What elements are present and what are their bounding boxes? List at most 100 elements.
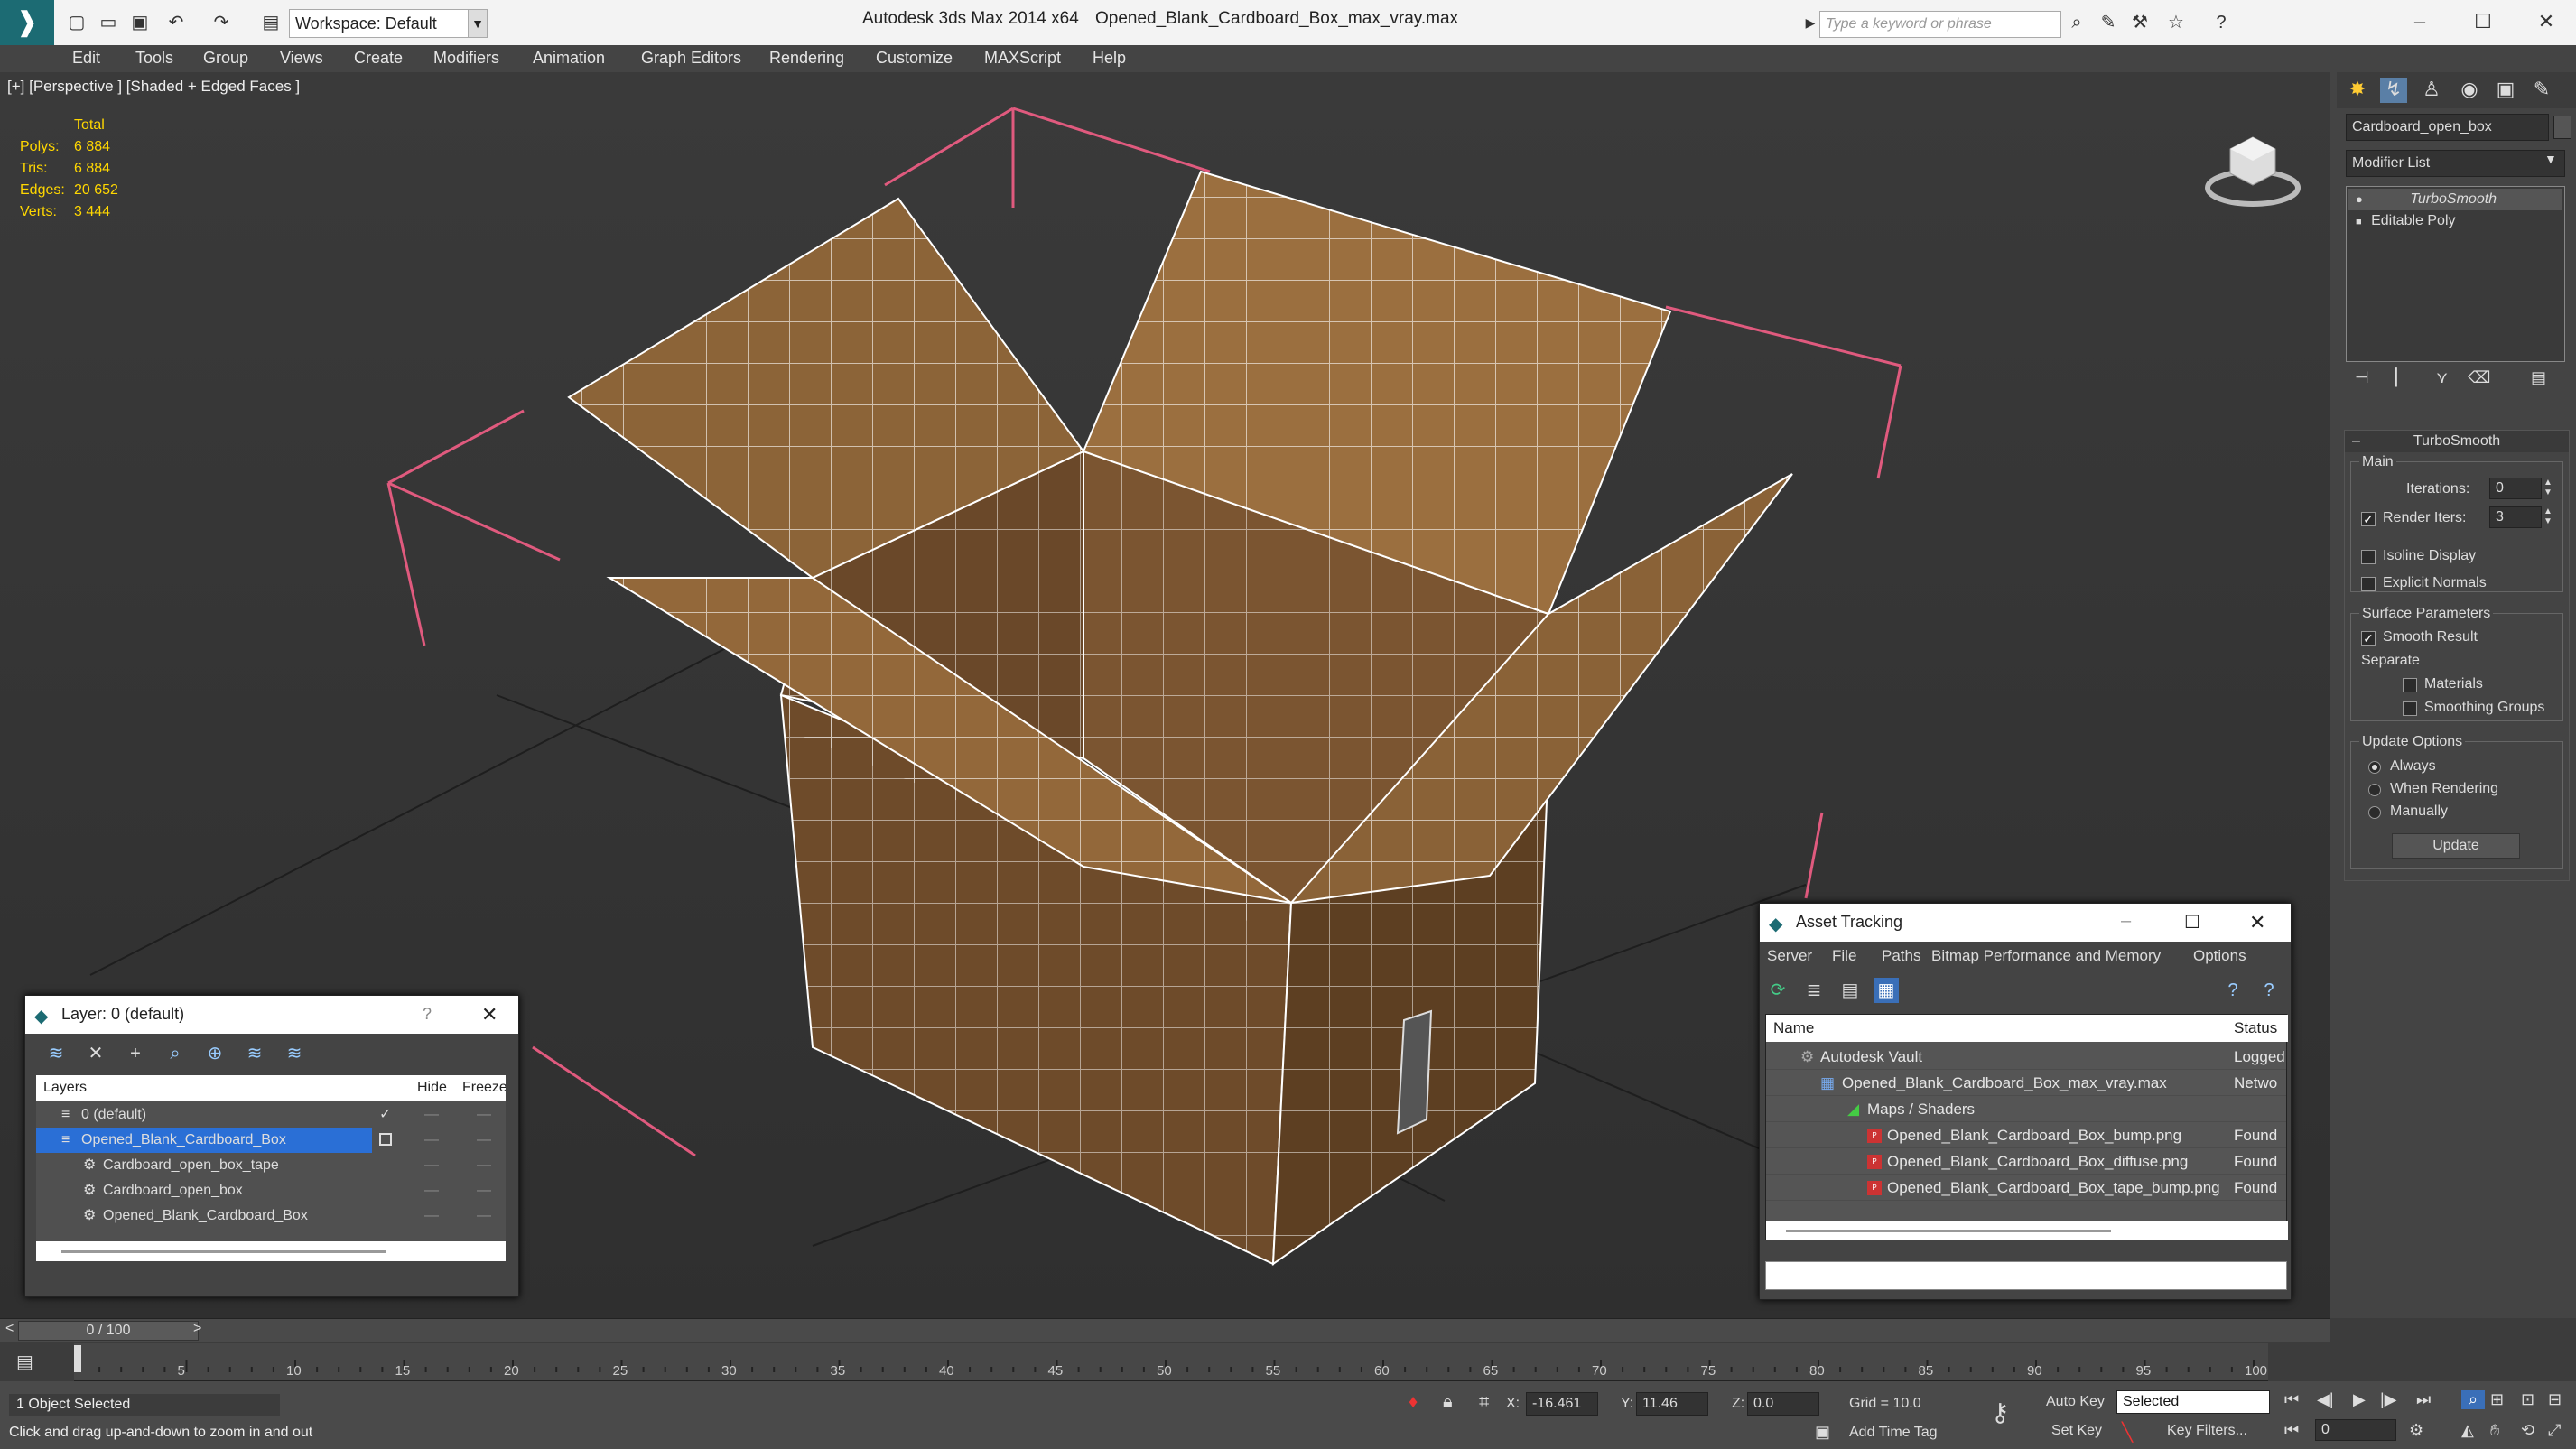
set-key-button[interactable]: Set Key [2051,1423,2102,1439]
layer-object-row[interactable]: ⚙ Opened_Blank_Cardboard_Box — — [36,1203,506,1229]
layer-object-row[interactable]: ⚙ Cardboard_open_box_tape — — [36,1153,506,1178]
lock-selection-icon[interactable]: 🔒︎ [1443,1392,1453,1413]
col-status[interactable]: Status [2234,1015,2277,1042]
iterations-spinner[interactable]: 0 [2489,478,2542,499]
hide-toggle[interactable]: — [424,1128,439,1153]
subscription-icon[interactable]: ✎ [2095,9,2122,36]
time-slider[interactable]: < 0 / 100 > [0,1318,2330,1342]
app-logo-icon[interactable]: ❱ [0,0,54,45]
orbit-icon[interactable]: ⟲ [2521,1421,2534,1440]
chevron-down-icon[interactable]: ▼ [468,9,488,38]
list-view-icon[interactable]: ≣ [1801,978,1827,1003]
select-in-layer-icon[interactable]: ⌕ [163,1041,188,1066]
layer-row[interactable]: ≡ 0 (default) ✓ — — [36,1102,506,1128]
menu-edit[interactable]: Edit [72,49,100,68]
binoculars-icon[interactable]: ⌕ [2063,9,2090,36]
isoline-checkbox[interactable] [2361,550,2376,564]
explicit-normals-checkbox[interactable] [2361,577,2376,591]
maximize-icon[interactable]: ☐ [2184,911,2200,933]
asset-row[interactable]: ⚙ Autodesk Vault Logged [1766,1044,2286,1070]
save-icon[interactable]: ▣ [126,9,153,36]
asset-menu-file[interactable]: File [1832,942,1856,971]
manually-radio[interactable] [2368,806,2381,819]
help-icon[interactable]: ? [2208,9,2235,36]
menu-modifiers[interactable]: Modifiers [433,49,499,68]
key-filters-button[interactable]: Key Filters... [2167,1423,2247,1439]
add-time-tag[interactable]: Add Time Tag [1849,1425,1938,1441]
make-unique-icon[interactable]: ⋎ [2436,368,2448,387]
pan-icon[interactable]: ✋︎ [2490,1421,2499,1440]
freeze-toggle[interactable]: — [477,1178,491,1203]
delete-layer-icon[interactable]: ✕ [83,1041,108,1066]
spinner-arrows-icon[interactable]: ▲ ▼ [2543,506,2553,526]
menu-tools[interactable]: Tools [135,49,173,68]
freeze-toggle[interactable]: — [477,1203,491,1229]
remove-modifier-icon[interactable]: ⌫ [2468,368,2490,387]
freeze-toggle[interactable]: — [477,1102,491,1128]
zoom-icon[interactable]: ⌕ [2461,1390,2485,1409]
hide-toggle[interactable]: — [424,1203,439,1229]
isolate-icon[interactable]: ♦ [1409,1392,1418,1413]
menu-group[interactable]: Group [203,49,248,68]
workspace-dropdown[interactable]: Workspace: Default [289,9,470,38]
asset-row[interactable]: P Opened_Blank_Cardboard_Box_bump.png Fo… [1766,1122,2286,1148]
auto-key-button[interactable]: Auto Key [2046,1394,2105,1410]
menu-rendering[interactable]: Rendering [769,49,844,68]
context-help-icon[interactable]: ? [2256,978,2282,1003]
menu-animation[interactable]: Animation [533,49,605,68]
maximize-viewport-icon[interactable]: ⤢ [2548,1421,2561,1440]
menu-create[interactable]: Create [354,49,403,68]
viewport-label[interactable]: [+] [Perspective ] [Shaded + Edged Faces… [7,78,300,96]
layer-row[interactable]: ≡ Opened_Blank_Cardboard_Box — — [36,1128,506,1153]
asset-row[interactable]: P Opened_Blank_Cardboard_Box_tape_bump.p… [1766,1175,2286,1201]
hierarchy-tab-icon[interactable]: ♙ [2418,78,2445,103]
asset-path-field[interactable] [1765,1261,2287,1290]
project-folder-icon[interactable]: ▤ [257,9,284,36]
close-button[interactable]: ✕ [2519,5,2573,38]
prev-key-icon[interactable]: ◀︎| [2317,1390,2334,1409]
table-view-icon[interactable]: ▦ [1874,978,1899,1003]
communication-icon[interactable]: ⚒ [2126,9,2153,36]
col-hide[interactable]: Hide [417,1075,447,1101]
stack-item-turbosmooth[interactable]: ● TurboSmooth [2348,189,2562,210]
x-coordinate-field[interactable]: -16.461 [1526,1392,1598,1416]
configure-sets-icon[interactable]: ▤ [2531,368,2546,387]
highlight-layer-icon[interactable]: ⊕ [202,1041,228,1066]
smoothing-groups-checkbox[interactable] [2403,701,2417,716]
add-to-layer-icon[interactable]: + [123,1041,148,1066]
transform-mode-icon[interactable]: ⌗ [1479,1392,1489,1413]
search-input[interactable]: Type a keyword or phrase [1819,11,2061,38]
hide-toggle[interactable]: — [424,1102,439,1128]
smooth-result-checkbox[interactable]: ✓ [2361,631,2376,646]
object-color-swatch[interactable] [2553,116,2571,139]
z-coordinate-field[interactable]: 0.0 [1747,1392,1819,1416]
materials-checkbox[interactable] [2403,678,2417,692]
menu-help[interactable]: Help [1093,49,1126,68]
go-to-end-icon[interactable]: ⏭ [2416,1390,2431,1409]
refresh-icon[interactable]: ⟳ [1765,978,1790,1003]
col-freeze[interactable]: Freeze [462,1075,506,1101]
freeze-toggle[interactable]: — [477,1153,491,1178]
next-frame-icon[interactable]: > [193,1321,201,1337]
create-layer-icon[interactable]: ≋ [43,1041,69,1066]
menu-customize[interactable]: Customize [876,49,953,68]
lightbulb-icon[interactable]: ● [2356,192,2363,206]
motion-tab-icon[interactable]: ◉ [2456,78,2483,103]
track-bar[interactable]: ▤ 5 10 15 20 25 30 35 40 45 50 55 60 65 70 75 80 85 90 95 1… [0,1343,2330,1381]
close-icon[interactable]: ✕ [2249,911,2265,934]
asset-menu-paths[interactable]: Paths [1882,942,1920,971]
chevron-down-icon[interactable]: ▼ [2544,152,2557,166]
minimize-button[interactable]: – [2393,5,2447,38]
utilities-tab-icon[interactable]: ✎ [2528,78,2555,103]
active-checkbox[interactable] [379,1133,392,1146]
time-slider-thumb[interactable]: 0 / 100 [18,1321,199,1341]
close-icon[interactable]: ✕ [481,1003,498,1026]
key-mode-icon[interactable]: ⏮ [2284,1421,2299,1440]
time-config-icon[interactable]: ⚙ [2409,1421,2423,1440]
asset-menu-bitmap[interactable]: Bitmap Performance and Memory [1931,942,2161,971]
redo-icon[interactable]: ↷ [208,9,235,36]
asset-row[interactable]: ◢ Maps / Shaders [1766,1096,2286,1122]
col-name[interactable]: Name [1773,1015,1814,1042]
modify-tab-icon[interactable]: ↯ [2380,78,2407,103]
help-button[interactable]: ? [423,1005,432,1024]
